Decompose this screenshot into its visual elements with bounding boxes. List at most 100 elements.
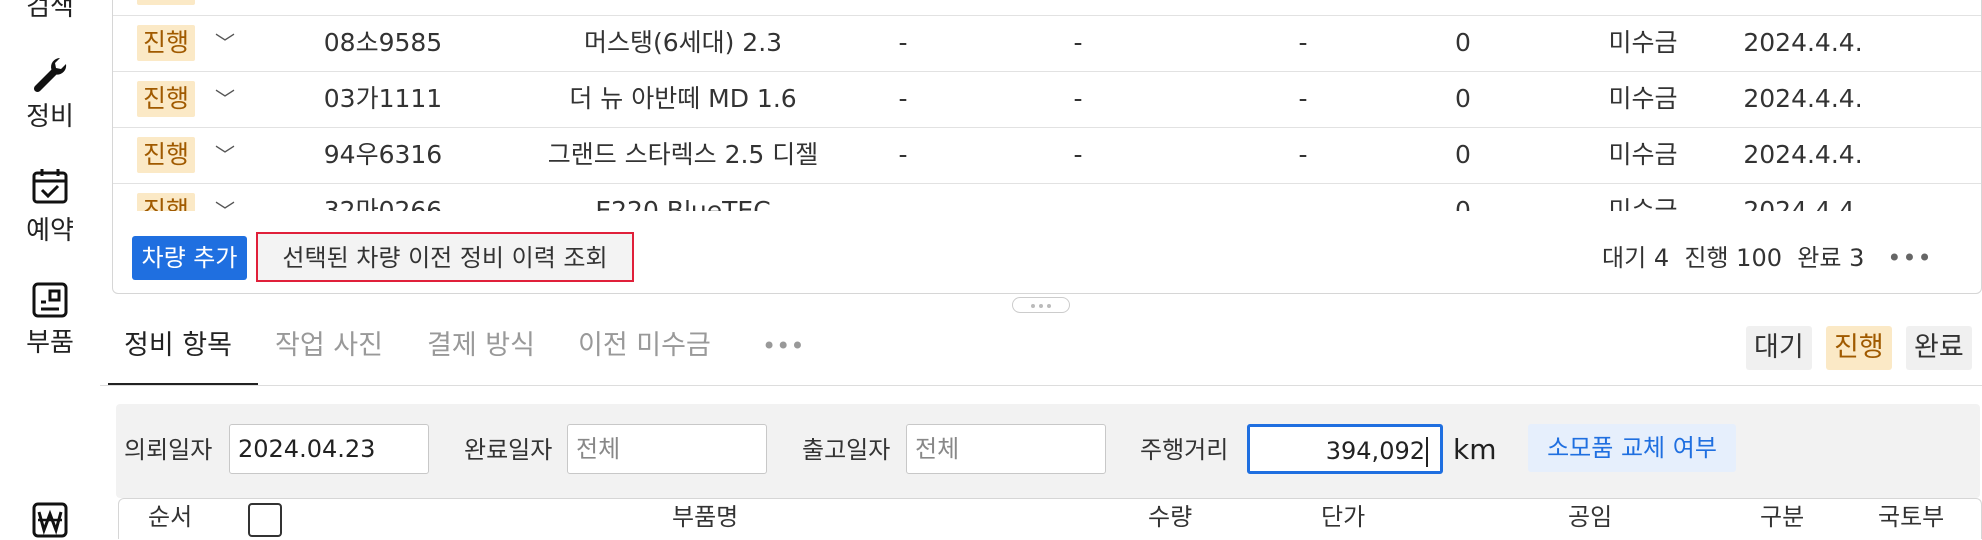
vehicle-table-body: 진행 ﹀ 18주4391 E 220 d 아방가르드 0 미수금 2024.4.… — [113, 0, 1981, 211]
nav-search-label[interactable]: 검색 — [0, 0, 100, 23]
status-badge[interactable]: 진행 — [137, 0, 196, 5]
column-value: - — [1298, 140, 1308, 169]
chevron-down-icon[interactable]: ﹀ — [215, 71, 235, 127]
request-date-label: 의뢰일자 — [124, 436, 213, 464]
amount: 0 — [1193, 0, 1253, 15]
date: 2024.4.4. — [1743, 196, 1863, 211]
waiting-count: 4 — [1653, 244, 1670, 272]
text-caret — [1426, 437, 1428, 467]
tab-previous-unpaid[interactable]: 이전 미수금 — [578, 326, 711, 366]
header-order: 순서 — [148, 503, 193, 531]
nav-parts-label[interactable]: 부품 — [0, 322, 100, 359]
header-category: 구분 — [1760, 503, 1805, 531]
payment-status: 미수금 — [1608, 196, 1678, 211]
status-progress-button[interactable]: 진행 — [1826, 326, 1892, 370]
calendar-check-icon[interactable] — [30, 166, 70, 206]
column-value: - — [1298, 84, 1308, 113]
status-badge[interactable]: 진행 — [137, 137, 196, 173]
mileage-value: 394,092 — [1325, 437, 1425, 465]
table-row[interactable]: 진행 ﹀ 08소9585 머스탱(6세대) 2.3 - - - 0 미수금 20… — [113, 15, 1981, 72]
header-labor: 공임 — [1568, 503, 1613, 531]
header-unit-price: 단가 — [1321, 503, 1366, 531]
column-value: - — [1073, 28, 1083, 57]
column-value: - — [1073, 84, 1083, 113]
payment-status: 미수금 — [1608, 28, 1678, 57]
plate-number: 03가1111 — [323, 84, 443, 113]
date: 2024.4.4. — [1743, 84, 1863, 113]
chevron-down-icon[interactable]: ﹀ — [215, 15, 235, 71]
header-part-name: 부품명 — [672, 503, 739, 531]
tab-work-photos[interactable]: 작업 사진 — [275, 326, 383, 366]
car-model: 더 뉴 아반떼 MD 1.6 — [569, 84, 797, 113]
progress-count-label: 진행 — [1684, 244, 1729, 272]
chevron-down-icon[interactable]: ﹀ — [215, 0, 235, 15]
view-previous-history-button[interactable]: 선택된 차량 이전 정비 이력 조회 — [256, 232, 634, 282]
mileage-unit: km — [1453, 433, 1497, 466]
table-row[interactable]: 진행 ﹀ 94우6316 그랜드 스타렉스 2.5 디젤 - - - 0 미수금… — [113, 127, 1981, 184]
done-count-label: 완료 — [1797, 244, 1842, 272]
column-value: - — [1073, 140, 1083, 169]
progress-count: 100 — [1736, 244, 1782, 272]
status-waiting-button[interactable]: 대기 — [1746, 326, 1812, 370]
consumable-replacement-button[interactable]: 소모품 교체 여부 — [1528, 424, 1736, 472]
status-counts: 대기 4 진행 100 완료 3 ••• — [1602, 240, 1933, 276]
nav-maintenance-label[interactable]: 정비 — [0, 96, 100, 133]
plate-number: 32마0266 — [323, 196, 443, 211]
waiting-count-label: 대기 — [1602, 244, 1647, 272]
tab-payment-method[interactable]: 결제 방식 — [427, 326, 535, 366]
panel-resize-handle[interactable] — [1012, 297, 1070, 313]
table-row[interactable]: 진행 ﹀ 32마0266 E220 BlueTEC 0 미수금 2024.4.4… — [113, 183, 1981, 211]
car-model: E220 BlueTEC — [595, 196, 771, 211]
status-badge[interactable]: 진행 — [137, 193, 196, 211]
release-date-label: 출고일자 — [802, 436, 891, 464]
payment-status: 미수금 — [1573, 0, 1673, 15]
status-done-button[interactable]: 완료 — [1906, 326, 1972, 370]
column-value: - — [898, 28, 908, 57]
plate-number: 08소9585 — [323, 28, 443, 57]
nav-reservation-label[interactable]: 예약 — [0, 210, 100, 247]
won-currency-icon[interactable] — [30, 500, 70, 540]
tab-maintenance-items[interactable]: 정비 항목 — [124, 326, 232, 366]
column-value: - — [898, 84, 908, 113]
wrench-icon[interactable] — [30, 54, 70, 94]
plate-number: 94우6316 — [323, 140, 443, 169]
request-date-input[interactable]: 2024.04.23 — [229, 424, 429, 474]
table-row[interactable]: 진행 ﹀ 18주4391 E 220 d 아방가르드 0 미수금 2024.4.… — [113, 0, 1981, 16]
date: 2024.4.4. — [1743, 140, 1863, 169]
add-vehicle-button[interactable]: 차량 추가 — [132, 236, 247, 280]
column-value: - — [1298, 28, 1308, 57]
side-navigation: 검색 정비 예약 부품 — [0, 0, 100, 538]
amount: 0 — [1455, 84, 1471, 113]
complete-date-input[interactable]: 전체 — [567, 424, 767, 474]
header-molit: 국토부 — [1878, 503, 1945, 531]
status-badge[interactable]: 진행 — [137, 25, 196, 61]
date: 2024.4.4. — [1743, 28, 1863, 57]
chevron-down-icon[interactable]: ﹀ — [215, 127, 235, 183]
car-model: E 220 d 아방가르드 — [493, 0, 873, 15]
mileage-input[interactable]: 394,092 — [1247, 424, 1443, 474]
tabs-divider — [100, 385, 1982, 386]
table-row[interactable]: 진행 ﹀ 03가1111 더 뉴 아반떼 MD 1.6 - - - 0 미수금 … — [113, 71, 1981, 128]
more-options-icon[interactable]: ••• — [1887, 244, 1932, 272]
done-count: 3 — [1849, 244, 1865, 272]
amount: 0 — [1455, 28, 1471, 57]
mileage-label: 주행거리 — [1140, 436, 1229, 464]
parts-table-header — [118, 498, 1982, 539]
payment-status: 미수금 — [1608, 84, 1678, 113]
parts-box-icon[interactable] — [30, 280, 70, 320]
payment-status: 미수금 — [1608, 140, 1678, 169]
complete-date-label: 완료일자 — [464, 436, 553, 464]
status-badge[interactable]: 진행 — [137, 81, 196, 117]
car-model: 그랜드 스타렉스 2.5 디젤 — [547, 140, 819, 169]
release-date-input[interactable]: 전체 — [906, 424, 1106, 474]
column-value: - — [898, 140, 908, 169]
car-model: 머스탱(6세대) 2.3 — [583, 28, 783, 57]
date: 2024.4.10. — [1703, 0, 1903, 15]
amount: 0 — [1455, 140, 1471, 169]
header-quantity: 수량 — [1148, 503, 1193, 531]
amount: 0 — [1455, 196, 1471, 211]
chevron-down-icon[interactable]: ﹀ — [215, 183, 235, 211]
select-all-checkbox[interactable] — [248, 503, 282, 537]
plate-number: 18주4391 — [293, 0, 473, 15]
tabs-more-icon[interactable]: ••• — [762, 326, 804, 366]
